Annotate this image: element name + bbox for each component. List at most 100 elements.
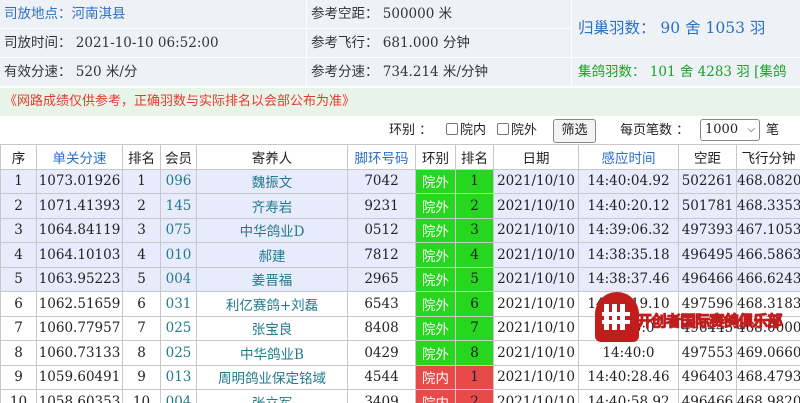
rank-cell: 10 [122,389,161,403]
owner-cell[interactable]: 魏振文 [196,168,348,194]
distance-cell: 496495 [678,242,737,268]
env-rank-cell: 1 [455,168,494,194]
header-ring[interactable]: 脚环号码 [347,144,416,170]
owner-cell[interactable]: 中华鸽业D [196,217,348,243]
per-page-unit: 笔 [766,123,780,138]
date-cell: 2021/10/10 [493,315,579,341]
owner-cell[interactable]: 姜晋福 [196,266,348,292]
ref-speed: 参考分速： 734.214 米/分钟 [307,58,571,86]
env-cell: 院外 [415,168,456,194]
owner-cell[interactable]: 郝建 [196,242,348,268]
member-cell[interactable]: 096 [160,168,197,194]
header-date: 日期 [493,144,579,170]
checkbox-icon[interactable] [446,123,458,135]
env-cell: 院内 [415,389,456,403]
seq-cell: 7 [0,315,37,341]
outer-checkbox[interactable]: 院外 [497,121,537,141]
speed-cell: 1073.01926 [36,168,123,194]
header-speed[interactable]: 单关分速 [36,144,123,170]
rank-cell: 5 [122,266,161,292]
header-time[interactable]: 感应时间 [578,144,679,170]
per-page-label: 每页笔数 ： [620,123,690,138]
ring-cell: 4544 [347,364,416,390]
filter-bar: 环别 ： 院内 院外 筛选 每页笔数 ： 1000 ⌵ 笔 [0,118,800,144]
member-cell[interactable]: 031 [160,291,197,317]
disclaimer-notice: 《网路成绩仅供参考，正确羽数与实际排名以会部公布为准》 [0,88,800,116]
header-distance: 空距 [678,144,737,170]
env-rank-cell: 6 [455,291,494,317]
owner-cell[interactable]: 张宝良 [196,315,348,341]
seq-cell: 1 [0,168,37,194]
table-row: 101058.6035310004张立军3409院内22021/10/1014:… [0,389,800,403]
table-row: 3 1064.84119 3 075 中华鸽业D 0512 院外 3 2021/10/10 14:… [0,217,800,243]
env-rank-cell: 7 [455,315,494,341]
header-member: 会员 [160,144,197,170]
header-env-rank: 排名 [455,144,494,170]
time-cell: 14:40:20.12 [578,193,679,219]
rank-cell: 9 [122,364,161,390]
speed-cell: 1064.84119 [36,217,123,243]
owner-cell[interactable]: 齐寿岩 [196,193,348,219]
distance-cell: 497393 [678,217,737,243]
speed-cell: 1064.10103 [36,242,123,268]
seq-cell: 9 [0,364,37,390]
owner-cell[interactable]: 利亿赛鸽+刘磊 [196,291,348,317]
member-cell[interactable]: 025 [160,315,197,341]
owner-cell[interactable]: 中华鸽业B [196,340,348,366]
member-cell[interactable]: 004 [160,389,197,403]
env-cell: 院外 [415,217,456,243]
release-time: 司放时间： 2021-10-10 06:52:00 [0,29,306,57]
loop-label: 环别 ： [389,123,433,138]
ring-cell: 0512 [347,217,416,243]
seq-cell: 2 [0,193,37,219]
ring-cell: 2965 [347,266,416,292]
member-cell[interactable]: 013 [160,364,197,390]
member-cell[interactable]: 004 [160,266,197,292]
date-cell: 2021/10/10 [493,217,579,243]
ref-distance: 参考空距： 500000 米 [307,0,571,28]
rank-cell: 1 [122,168,161,194]
member-cell[interactable]: 025 [160,340,197,366]
env-rank-cell: 3 [455,217,494,243]
rank-cell: 3 [122,217,161,243]
table-header-row: 序 单关分速 排名 会员 寄养人 脚环号码 环别 排名 日期 感应时间 空距 飞… [0,144,800,170]
time-cell: 14:40:0 [578,340,679,366]
header-minutes: 飞行分钟 [736,144,800,170]
table-row: 1 1073.01926 1 096 魏振文 7042 院外 1 2021/10/10 14:40… [0,168,800,194]
member-cell[interactable]: 075 [160,217,197,243]
distance-cell: 496466 [678,266,737,292]
header-owner: 寄养人 [196,144,348,170]
env-rank-cell: 1 [455,364,494,390]
date-cell: 2021/10/10 [493,266,579,292]
rank-cell: 2 [122,193,161,219]
time-cell: 14:40:04.92 [578,168,679,194]
ring-cell: 3409 [347,389,416,403]
minutes-cell: 468.98200 [736,389,800,403]
table-row: 9 1059.60491 9 013 周明鸽业保定铭域 4544 院内 1 2021/10/10… [0,364,800,390]
env-rank-cell: 8 [455,340,494,366]
per-page-value: 1000 [705,122,739,137]
per-page-select[interactable]: 1000 ⌵ [700,119,760,141]
env-cell: 院外 [415,193,456,219]
minutes-cell: 466.62433 [736,266,800,292]
filter-button[interactable]: 筛选 [553,119,596,143]
homing-count: 归巢羽数： 90 舍 1053 羽 [572,0,800,57]
table-row: 2 1071.41393 2 145 齐寿岩 9231 院外 2 2021/10/10 14:40… [0,193,800,219]
minutes-cell: 468.47933 [736,364,800,390]
club-watermark: 开创者国际赛鸽俱乐部 [595,292,795,344]
inner-checkbox[interactable]: 院内 [446,121,486,141]
header-env: 环别 [415,144,456,170]
env-cell: 院外 [415,266,456,292]
ring-cell: 7042 [347,168,416,194]
ring-cell: 6543 [347,291,416,317]
member-cell[interactable]: 145 [160,193,197,219]
member-cell[interactable]: 010 [160,242,197,268]
minutes-cell: 468.33533 [736,193,800,219]
table-row: 5 1063.95223 5 004 姜晋福 2965 院外 5 2021/10/10 14:38… [0,266,800,292]
distance-cell: 501781 [678,193,737,219]
env-cell: 院外 [415,291,456,317]
checkbox-icon[interactable] [497,123,509,135]
owner-cell[interactable]: 张立军 [196,389,348,403]
env-cell: 院内 [415,364,456,390]
owner-cell[interactable]: 周明鸽业保定铭域 [196,364,348,390]
